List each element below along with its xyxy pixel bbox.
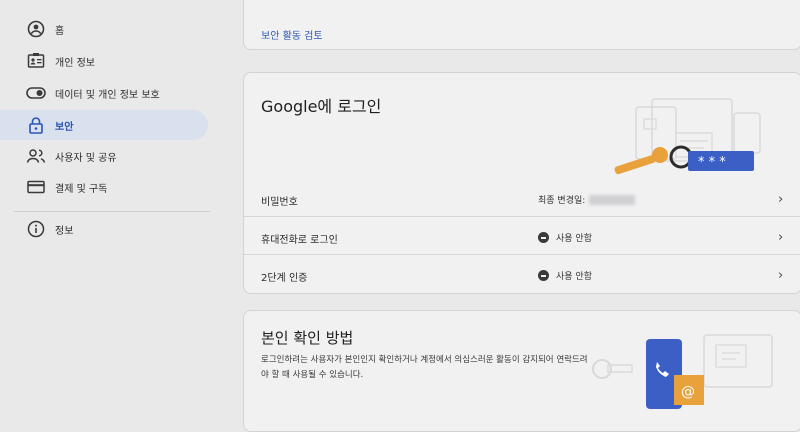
signin-illustration: * * * <box>614 98 761 175</box>
sidebar-item-data-privacy[interactable]: 데이터 및 개인 정보 보호 <box>0 78 208 108</box>
chevron-right-icon: › <box>778 268 784 283</box>
sidebar-divider <box>14 211 210 212</box>
verification-illustration: @ <box>592 334 773 409</box>
review-security-activity-link[interactable]: 보안 활동 검토 <box>261 27 323 42</box>
home-icon <box>26 19 46 39</box>
sidebar-item-label: 보안 <box>55 121 74 133</box>
phone-signin-row[interactable]: 휴대전화로 로그인 사용 안함 › <box>244 219 800 257</box>
sidebar-item-label: 홈 <box>55 25 65 37</box>
sidebar-item-payments[interactable]: 결제 및 구독 <box>0 172 208 202</box>
row-value: 최종 변경일: <box>538 193 636 206</box>
chevron-right-icon: › <box>778 230 784 245</box>
row-divider <box>244 216 800 217</box>
row-value: 사용 안함 <box>538 231 592 244</box>
sidebar-item-label: 데이터 및 개인 정보 보호 <box>55 89 160 101</box>
security-activity-card: 보안 활동 검토 <box>243 0 800 50</box>
sidebar-item-personal-info[interactable]: 개인 정보 <box>0 46 208 76</box>
status-text: 사용 안함 <box>556 272 592 282</box>
toggle-icon <box>26 83 46 103</box>
verification-methods-card: 본인 확인 방법 로그인하려는 사용자가 본인인지 확인하거나 계정에서 의심스… <box>243 310 800 432</box>
people-icon <box>26 146 46 166</box>
sidebar-item-people-sharing[interactable]: 사용자 및 공유 <box>0 141 208 171</box>
card-title: Google에 로그인 <box>261 97 382 116</box>
sidebar-item-label: 정보 <box>55 225 74 237</box>
row-label: 휴대전화로 로그인 <box>261 235 338 246</box>
sidebar-item-label: 개인 정보 <box>55 57 95 69</box>
last-changed-label: 최종 변경일: <box>538 196 586 206</box>
two-step-verification-row[interactable]: 2단계 인증 사용 안함 › <box>244 257 800 295</box>
sidebar-item-label: 사용자 및 공유 <box>55 152 117 164</box>
sidebar-nav: 홈 개인 정보 데이터 및 개인 정보 보호 보안 사용자 및 공유 결제 및 … <box>0 0 218 413</box>
row-label: 비밀번호 <box>261 197 298 208</box>
sidebar-item-home[interactable]: 홈 <box>0 14 208 44</box>
row-label: 2단계 인증 <box>261 273 308 284</box>
card-description: 로그인하려는 사용자가 본인인지 확인하거나 계정에서 의심스러운 활동이 감지… <box>261 355 588 380</box>
lock-icon <box>26 115 46 135</box>
blurred-date <box>589 194 636 205</box>
svg-text:@: @ <box>681 384 695 400</box>
card-title: 본인 확인 방법 <box>261 329 354 347</box>
credit-card-icon <box>26 177 46 197</box>
svg-text:* * *: * * * <box>698 155 726 170</box>
info-icon <box>26 219 46 239</box>
status-text: 사용 안함 <box>556 234 592 244</box>
row-divider <box>244 254 800 255</box>
sidebar-item-about[interactable]: 정보 <box>0 214 208 244</box>
password-row[interactable]: 비밀번호 최종 변경일: › <box>244 181 800 219</box>
sidebar-item-label: 결제 및 구독 <box>55 183 108 195</box>
row-value: 사용 안함 <box>538 269 592 282</box>
minus-circle-icon <box>538 270 549 281</box>
minus-circle-icon <box>538 232 549 243</box>
sidebar-item-security[interactable]: 보안 <box>0 110 208 140</box>
chevron-right-icon: › <box>778 192 784 207</box>
id-card-icon <box>26 51 46 71</box>
signin-to-google-card: Google에 로그인 * * * 비밀번호 최종 변경일: › 휴대전화로 로… <box>243 72 800 294</box>
